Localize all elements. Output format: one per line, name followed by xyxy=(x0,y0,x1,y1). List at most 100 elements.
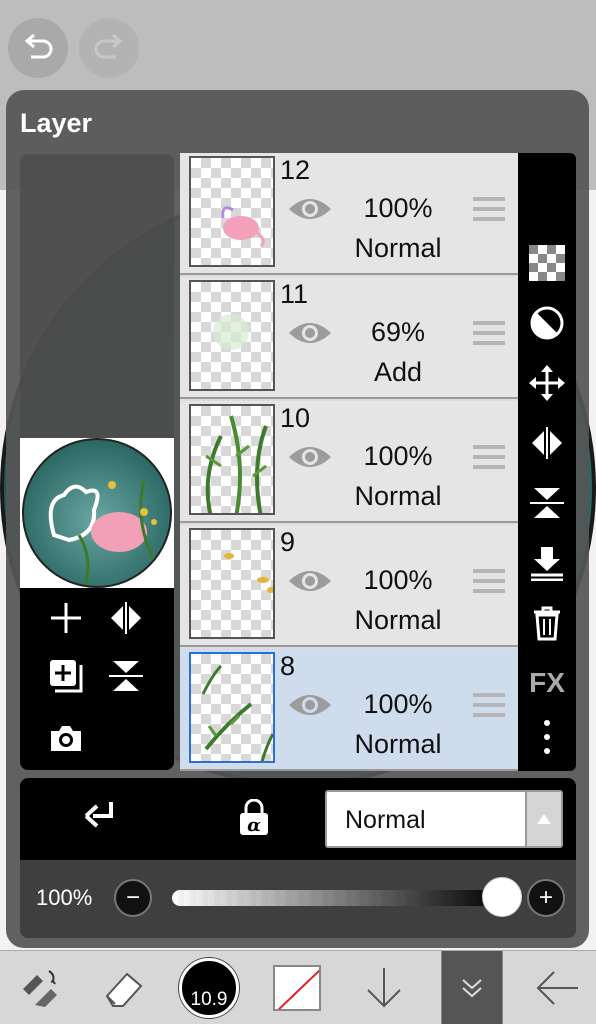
opacity-bar: 100% − + xyxy=(20,860,576,938)
flip-horizontal-layer-button[interactable] xyxy=(525,421,569,465)
layer-number: 10 xyxy=(280,403,311,433)
layer-side-toolbar: FX xyxy=(518,153,576,771)
layer-opacity: 100% xyxy=(363,689,433,719)
half-circle-icon xyxy=(530,306,564,340)
layer-thumbnail xyxy=(189,404,275,515)
undo-button[interactable] xyxy=(8,18,68,78)
alpha-lock-button[interactable]: α xyxy=(232,796,276,840)
color-swatch xyxy=(273,965,321,1011)
layer-row[interactable]: 11 69% Add xyxy=(180,277,518,399)
vertical-dots-icon xyxy=(544,720,550,754)
duplicate-layer-button[interactable] xyxy=(44,654,88,698)
svg-text:α: α xyxy=(247,815,261,836)
opacity-increase-button[interactable]: + xyxy=(527,879,565,917)
layer-opacity: 100% xyxy=(363,441,433,471)
fx-button[interactable]: FX xyxy=(525,661,569,705)
delete-layer-button[interactable] xyxy=(525,601,569,645)
eye-icon[interactable] xyxy=(287,691,333,719)
tool-switch-button[interactable] xyxy=(8,951,68,1024)
layer-number: 11 xyxy=(280,279,309,309)
layer-menu-button[interactable] xyxy=(441,951,503,1024)
trash-icon xyxy=(534,606,560,641)
eye-icon[interactable] xyxy=(287,319,333,347)
layer-list: 12 100% Normal 11 69% Add 10 100% Normal xyxy=(180,153,518,771)
drag-handle-icon[interactable] xyxy=(473,569,505,595)
merge-down-icon xyxy=(531,547,563,581)
layer-number: 12 xyxy=(280,155,311,185)
alpha-lock-icon: α xyxy=(240,799,268,836)
duplicate-layer-icon xyxy=(50,660,83,693)
flip-vertical-icon xyxy=(530,488,564,518)
drag-handle-icon[interactable] xyxy=(473,321,505,347)
flip-vertical-icon xyxy=(109,661,143,691)
eraser-button[interactable] xyxy=(94,951,154,1024)
flip-vertical-button[interactable] xyxy=(104,654,148,698)
layer-opacity: 69% xyxy=(370,317,426,347)
flip-horizontal-icon xyxy=(532,427,562,459)
layer-thumbnail xyxy=(189,652,275,763)
color-button[interactable] xyxy=(268,951,326,1024)
layer-blend-mode: Normal xyxy=(354,729,442,759)
brush-size-label: 10.9 xyxy=(190,989,228,1010)
eye-icon[interactable] xyxy=(287,443,333,471)
bottom-toolbar: 10.9 xyxy=(0,950,596,1024)
camera-button[interactable] xyxy=(44,716,88,760)
canvas-thumbnail[interactable] xyxy=(20,438,174,588)
eye-icon[interactable] xyxy=(287,567,333,595)
drag-handle-icon[interactable] xyxy=(473,197,505,223)
layer-preview-column xyxy=(20,154,174,770)
layer-number: 8 xyxy=(280,651,296,681)
plus-icon xyxy=(51,603,81,633)
drag-handle-icon[interactable] xyxy=(473,693,505,719)
brush-size-indicator: 10.9 xyxy=(179,958,239,1018)
opacity-slider-knob[interactable] xyxy=(482,877,522,917)
thumbnail-artwork xyxy=(22,438,172,588)
layer-opacity: 100% xyxy=(363,193,433,223)
merge-down-button[interactable] xyxy=(525,541,569,585)
blend-mode-select[interactable]: Normal xyxy=(325,790,563,848)
arrow-left-icon xyxy=(536,971,578,1005)
back-button[interactable] xyxy=(522,951,592,1024)
layer-row-selected[interactable]: 8 100% Normal xyxy=(180,649,518,771)
opacity-decrease-button[interactable]: − xyxy=(114,879,152,917)
layer-row[interactable]: 10 100% Normal xyxy=(180,401,518,523)
double-chevron-down-icon xyxy=(462,979,482,998)
clipping-button[interactable] xyxy=(78,796,122,840)
move-arrows-icon xyxy=(529,365,565,401)
opacity-slider-track[interactable] xyxy=(172,890,502,906)
checkerboard-icon xyxy=(529,245,565,281)
drag-handle-icon[interactable] xyxy=(473,445,505,471)
layer-blend-mode: Normal xyxy=(354,233,442,263)
layer-thumbnail xyxy=(189,280,275,391)
blend-mode-value: Normal xyxy=(345,806,426,834)
layer-blend-mode: Add xyxy=(373,357,423,387)
layer-row[interactable]: 9 100% Normal xyxy=(180,525,518,647)
layer-opacity: 100% xyxy=(363,565,433,595)
flip-horizontal-button[interactable] xyxy=(104,596,148,640)
brush-size-button[interactable]: 10.9 xyxy=(176,951,242,1024)
layer-blend-mode: Normal xyxy=(354,481,442,511)
opacity-value: 100% xyxy=(36,885,93,910)
add-layer-button[interactable] xyxy=(44,596,88,640)
layer-panel: Layer 12 100% Normal 11 69% Add 10 100% … xyxy=(6,90,589,948)
panel-title: Layer xyxy=(20,108,93,138)
layer-row[interactable]: 12 100% Normal xyxy=(180,153,518,275)
triangle-up-icon xyxy=(537,814,551,824)
redo-button[interactable] xyxy=(79,18,139,78)
more-options-button[interactable] xyxy=(525,715,569,759)
move-button[interactable] xyxy=(525,361,569,405)
transparency-button[interactable] xyxy=(525,241,569,285)
plus-icon: + xyxy=(538,884,553,911)
camera-icon xyxy=(51,726,81,751)
eye-icon[interactable] xyxy=(287,195,333,223)
move-down-button[interactable] xyxy=(354,951,414,1024)
eraser-icon xyxy=(105,972,143,1007)
redo-icon xyxy=(94,33,123,59)
layer-blend-mode: Normal xyxy=(354,605,442,635)
layer-thumbnail xyxy=(189,156,275,267)
flip-vertical-layer-button[interactable] xyxy=(525,481,569,525)
undo-icon xyxy=(24,33,53,59)
invert-button[interactable] xyxy=(525,301,569,345)
dropdown-arrow[interactable] xyxy=(525,792,561,846)
arrow-down-icon xyxy=(367,968,401,1008)
